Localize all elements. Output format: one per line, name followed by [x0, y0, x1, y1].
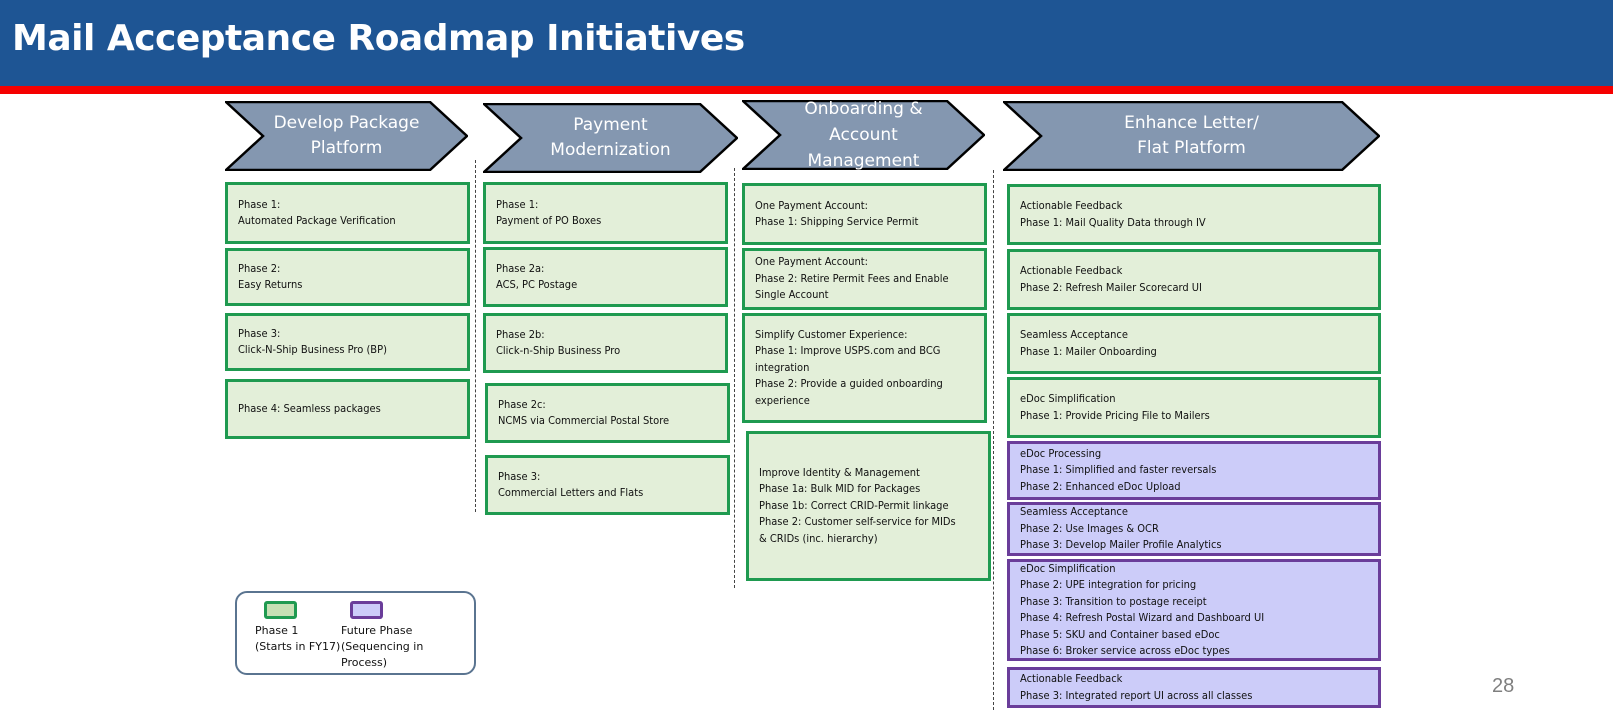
card-line: Phase 3: [238, 326, 281, 340]
card-line: Phase 1: Improve USPS.com and BCG [755, 344, 941, 358]
legend-label-phase1: Phase 1 (Starts in FY17) [255, 624, 341, 653]
card-line: Payment of PO Boxes [496, 214, 602, 227]
card-line: experience [755, 393, 810, 407]
card-line: Phase 1: Simplified and faster reversals [1020, 463, 1217, 477]
card-line: Improve Identity & Management [759, 465, 920, 479]
card-line: Phase 3: Integrated report UI across all… [1020, 688, 1253, 702]
card-line: integration [755, 360, 810, 374]
card-line: NCMS via Commercial Postal Store [498, 414, 670, 427]
card-line: Phase 1: [238, 197, 281, 211]
card-line: ACS, PC Postage [496, 278, 578, 291]
phase1-card: Actionable Feedback Phase 1: Mail Quality… [1007, 184, 1381, 245]
card-line: One Payment Account: [755, 255, 868, 269]
card-line: Phase 2: UPE integration for pricing [1020, 578, 1197, 591]
legend-label-future: Future Phase (Sequencing in Process) [341, 624, 424, 669]
phase1-card: Phase 3: Commercial Letters and Flats [485, 455, 730, 515]
card-line: Easy Returns [238, 278, 303, 291]
phase1-card: Simplify Customer Experience: Phase 1: Im… [742, 313, 987, 423]
legend-swatch-future [350, 601, 383, 619]
column-title: Onboarding & Account Management [804, 99, 923, 171]
phase1-card: Phase 4: Seamless packages [225, 379, 470, 439]
phase1-card: One Payment Account: Phase 1: Shipping Se… [742, 183, 987, 245]
legend-swatch-phase1 [264, 601, 297, 619]
phase1-card: eDoc Simplification Phase 1: Provide Pric… [1007, 377, 1381, 438]
card-line: Click-N-Ship Business Pro (BP) [238, 343, 387, 356]
phase1-card: Seamless Acceptance Phase 1: Mailer Onboa… [1007, 313, 1381, 374]
card-line: Phase 1: Mailer Onboarding [1020, 344, 1157, 358]
future-phase-card: eDoc Simplification Phase 2: UPE integrat… [1007, 559, 1381, 661]
card-line: Phase 4: Refresh Postal Wizard and Dashb… [1020, 611, 1265, 624]
phase1-card: Improve Identity & Management Phase 1a: B… [746, 431, 991, 581]
card-line: Phase 2b: [496, 327, 545, 341]
slide-header: Mail Acceptance Roadmap Initiatives [0, 0, 1613, 86]
card-line: Phase 1: [496, 197, 539, 211]
card-line: Phase 1: Mail Quality Data through IV [1020, 215, 1206, 229]
card-line: Seamless Acceptance [1020, 328, 1128, 341]
page-number: 28 [1492, 675, 1515, 697]
slide-title: Mail Acceptance Roadmap Initiatives [12, 18, 745, 59]
legend: Phase 1 (Starts in FY17) Future Phase (S… [235, 591, 476, 675]
column-header-chevron: Develop Package Platform [225, 101, 468, 171]
card-line: eDoc Simplification [1020, 561, 1116, 575]
card-line: One Payment Account: [755, 198, 868, 212]
card-line: Simplify Customer Experience: [755, 327, 908, 341]
card-line: Phase 1: Provide Pricing File to Mailers [1020, 408, 1210, 422]
card-line: Phase 2: Use Images & OCR [1020, 521, 1159, 535]
card-line: Seamless Acceptance [1020, 505, 1128, 519]
card-line: & CRIDs (inc. hierarchy) [759, 531, 878, 545]
card-line: Phase 4: Seamless packages [238, 401, 381, 415]
phase1-card: Phase 2: Easy Returns [225, 248, 470, 306]
column-title: Payment Modernization [550, 115, 671, 160]
column-divider [475, 160, 476, 512]
card-line: Actionable Feedback [1020, 264, 1123, 277]
phase1-card: Phase 2c: NCMS via Commercial Postal Stor… [485, 383, 730, 443]
phase1-card: Phase 1: Payment of PO Boxes [483, 182, 728, 244]
phase1-card: Phase 1: Automated Package Verification [225, 182, 470, 244]
phase1-card: Phase 3: Click-N-Ship Business Pro (BP) [225, 313, 470, 371]
column-divider [734, 168, 735, 588]
card-line: Phase 2: Provide a guided onboarding [755, 377, 943, 391]
card-line: Automated Package Verification [238, 214, 396, 227]
phase1-card: Phase 2a: ACS, PC Postage [483, 247, 728, 307]
card-line: Phase 2: Retire Permit Fees and Enable [755, 271, 949, 285]
column-header-chevron: Enhance Letter/ Flat Platform [1003, 101, 1380, 171]
column-divider [993, 170, 994, 710]
future-phase-card: Actionable Feedback Phase 3: Integrated r… [1007, 667, 1381, 708]
card-line: Phase 2a: [496, 261, 545, 275]
card-line: Phase 2: Refresh Mailer Scorecard UI [1020, 280, 1202, 294]
accent-bar [0, 86, 1613, 94]
card-line: Phase 1b: Correct CRID-Permit linkage [759, 498, 949, 512]
phase1-card: One Payment Account: Phase 2: Retire Perm… [742, 248, 987, 310]
card-line: Phase 3: Transition to postage receipt [1020, 594, 1207, 608]
card-line: Commercial Letters and Flats [498, 486, 644, 499]
card-line: Single Account [755, 288, 829, 302]
card-line: Phase 1a: Bulk MID for Packages [759, 482, 921, 496]
column-header-chevron: Payment Modernization [483, 103, 738, 173]
card-line: Actionable Feedback [1020, 199, 1123, 212]
card-line: Actionable Feedback [1020, 672, 1123, 685]
card-line: Phase 1: Shipping Service Permit [755, 215, 919, 228]
future-phase-card: eDoc Processing Phase 1: Simplified and f… [1007, 441, 1381, 500]
card-line: Phase 3: [498, 469, 541, 483]
card-line: Phase 3: Develop Mailer Profile Analytic… [1020, 538, 1222, 552]
card-line: eDoc Simplification [1020, 392, 1116, 405]
phase1-card: Phase 2b: Click-n-Ship Business Pro [483, 313, 728, 373]
card-line: Phase 6: Broker service across eDoc type… [1020, 644, 1230, 657]
column-title: Develop Package Platform [273, 113, 420, 158]
card-line: Phase 2c: [498, 397, 546, 411]
card-line: Phase 2: Enhanced eDoc Upload [1020, 479, 1181, 493]
card-line: Click-n-Ship Business Pro [496, 344, 621, 357]
phase1-card: Actionable Feedback Phase 2: Refresh Mail… [1007, 249, 1381, 310]
card-line: Phase 5: SKU and Container based eDoc [1020, 627, 1220, 641]
card-line: eDoc Processing [1020, 446, 1102, 460]
column-header-chevron: Onboarding & Account Management [742, 99, 985, 171]
future-phase-card: Seamless Acceptance Phase 2: Use Images &… [1007, 502, 1381, 556]
card-line: Phase 2: Customer self-service for MIDs [759, 515, 956, 529]
card-line: Phase 2: [238, 261, 281, 275]
column-title: Enhance Letter/ Flat Platform [1124, 113, 1259, 158]
